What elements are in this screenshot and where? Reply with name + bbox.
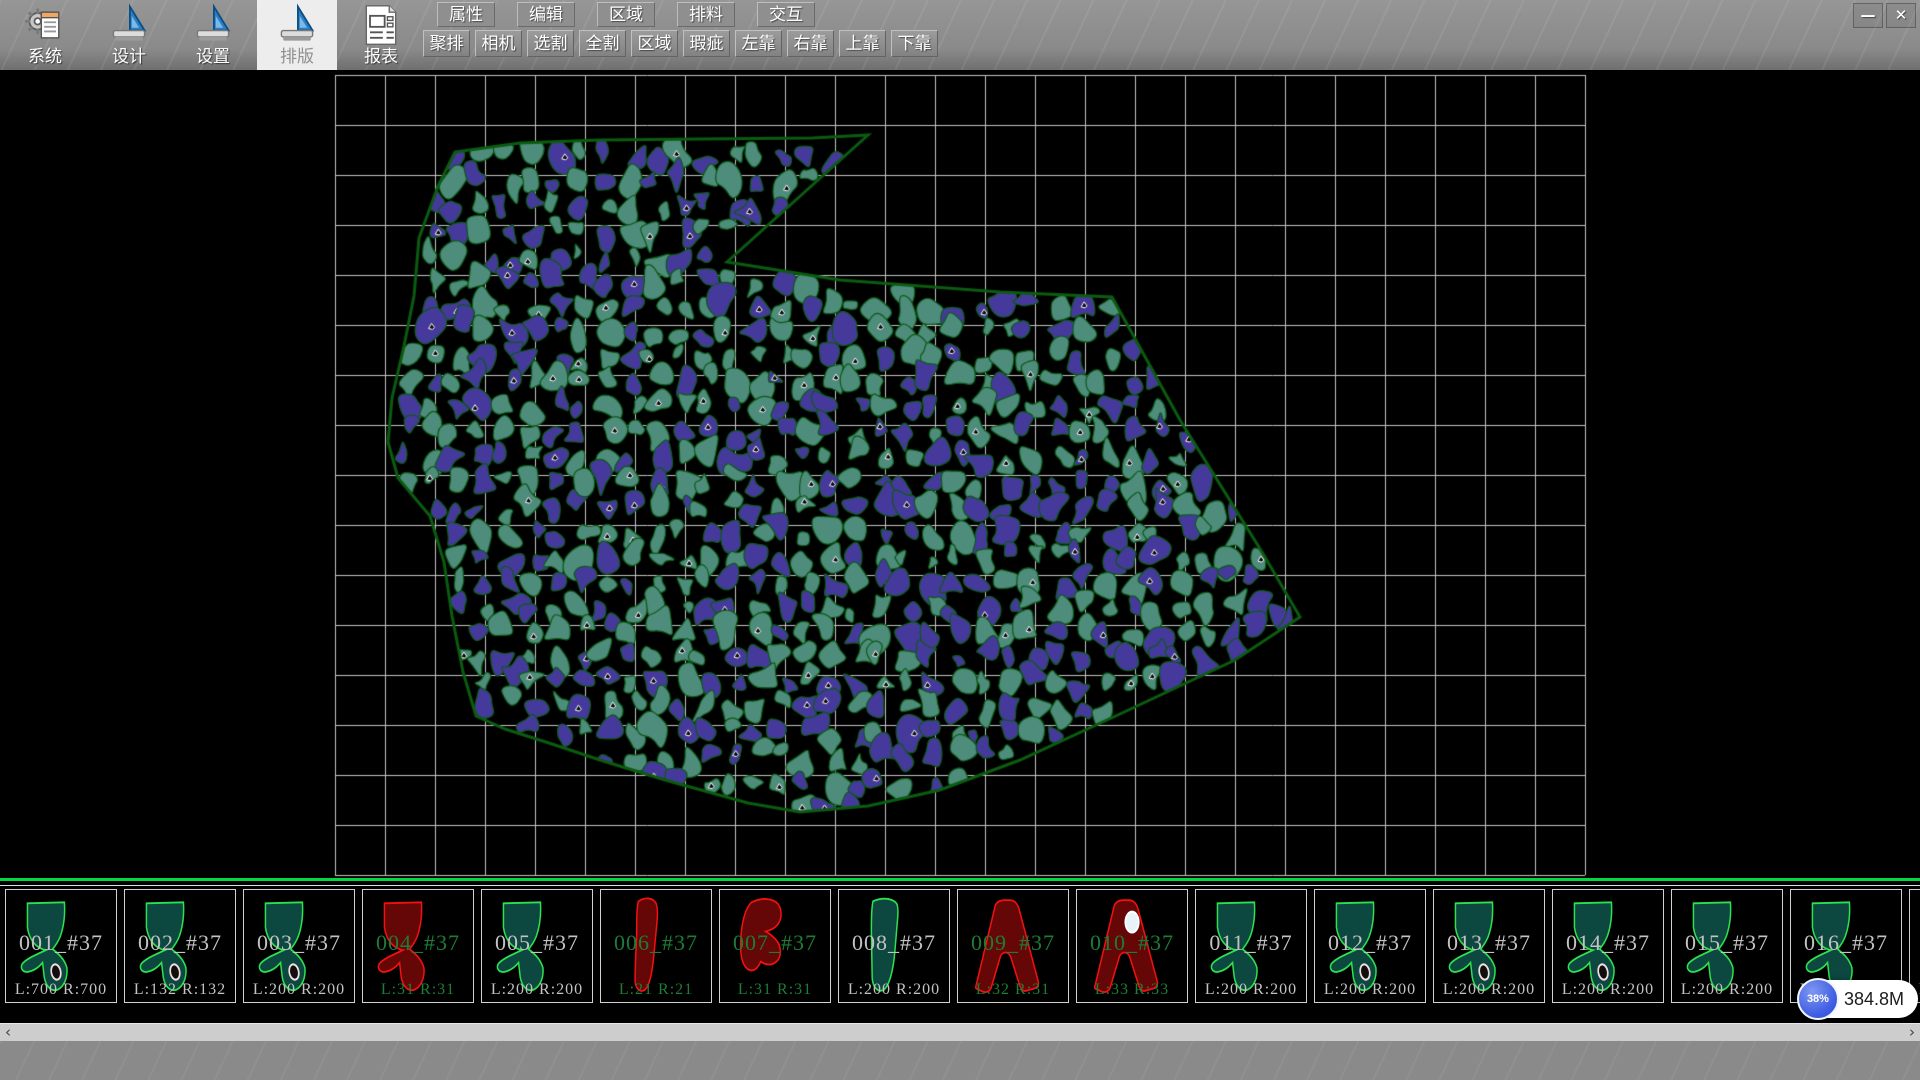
- scroll-left-arrow[interactable]: ‹: [0, 1024, 16, 1042]
- part-name: 002_#37: [125, 930, 235, 956]
- memory-value: 384.8M: [1844, 989, 1904, 1010]
- part-thumbnail[interactable]: 006_#37 L:21 R:21: [600, 889, 712, 1003]
- part-thumbnail[interactable]: 005_#37 L:200 R:200: [481, 889, 593, 1003]
- menu-item-2[interactable]: 区域: [597, 2, 655, 27]
- action-button-4[interactable]: 区域: [631, 30, 678, 57]
- part-thumbnail[interactable]: 001_#37 L:700 R:700: [5, 889, 117, 1003]
- part-name: 017_#37: [1910, 930, 1920, 956]
- app-label: 设置: [196, 47, 230, 67]
- app-label: 报表: [364, 47, 398, 67]
- action-button-3[interactable]: 全割: [579, 30, 626, 57]
- part-name: 003_#37: [244, 930, 354, 956]
- part-thumbnail[interactable]: 012_#37 L:200 R:200: [1314, 889, 1426, 1003]
- part-name: 004_#37: [363, 930, 473, 956]
- minimize-button[interactable]: —: [1853, 3, 1883, 28]
- menu-item-4[interactable]: 交互: [757, 2, 815, 27]
- part-thumbnail[interactable]: 003_#37 L:200 R:200: [243, 889, 355, 1003]
- close-button[interactable]: ✕: [1886, 3, 1916, 28]
- part-name: 015_#37: [1672, 930, 1782, 956]
- scroll-right-arrow[interactable]: ›: [1904, 1024, 1920, 1042]
- part-name: 008_#37: [839, 930, 949, 956]
- menu-item-3[interactable]: 排料: [677, 2, 735, 27]
- action-button-5[interactable]: 瑕疵: [683, 30, 730, 57]
- action-bar: 聚排相机选割全割区域瑕疵左靠右靠上靠下靠: [423, 30, 943, 57]
- app-launcher: 系统 设计 设置: [5, 0, 425, 70]
- app-label: 排版: [280, 47, 314, 67]
- part-lr-count: L:200 R:200: [1553, 981, 1663, 999]
- memory-status-badge: 38% 384.8M: [1798, 980, 1918, 1018]
- menu-item-0[interactable]: 属性: [437, 2, 495, 27]
- action-button-9[interactable]: 下靠: [891, 30, 938, 57]
- part-thumbnail[interactable]: 004_#37 L:31 R:31: [362, 889, 474, 1003]
- part-thumbnail[interactable]: 011_#37 L:200 R:200: [1195, 889, 1307, 1003]
- parts-strip: 001_#37 L:700 R:700 002_#37 L:132 R:132 …: [0, 878, 1920, 1023]
- part-lr-count: L:200 R:200: [482, 981, 592, 999]
- menu-bar: 属性编辑区域排料交互: [437, 2, 837, 27]
- window-controls: — ✕: [1853, 3, 1916, 28]
- part-lr-count: L:200 R:200: [1672, 981, 1782, 999]
- part-name: 005_#37: [482, 930, 592, 956]
- part-name: 016_#37: [1791, 930, 1901, 956]
- part-lr-count: L:200 R:200: [244, 981, 354, 999]
- part-thumbnail[interactable]: 002_#37 L:132 R:132: [124, 889, 236, 1003]
- part-lr-count: L:200 R:200: [1434, 981, 1544, 999]
- action-button-7[interactable]: 右靠: [787, 30, 834, 57]
- part-lr-count: L:21 R:21: [601, 981, 711, 999]
- part-name: 014_#37: [1553, 930, 1663, 956]
- app-window: 系统 设计 设置: [0, 0, 1920, 1080]
- part-lr-count: L:33 R:33: [1077, 981, 1187, 999]
- action-button-0[interactable]: 聚排: [423, 30, 470, 57]
- app-tab-design[interactable]: 设计: [89, 0, 169, 70]
- action-button-1[interactable]: 相机: [475, 30, 522, 57]
- action-button-6[interactable]: 左靠: [735, 30, 782, 57]
- part-name: 009_#37: [958, 930, 1068, 956]
- report-icon: [359, 3, 403, 47]
- part-name: 013_#37: [1434, 930, 1544, 956]
- part-lr-count: L:200 R:200: [1196, 981, 1306, 999]
- ruler-icon: [191, 3, 235, 47]
- part-name: 006_#37: [601, 930, 711, 956]
- part-lr-count: L:31 R:31: [363, 981, 473, 999]
- part-thumbnail[interactable]: 013_#37 L:200 R:200: [1433, 889, 1545, 1003]
- part-thumbnail[interactable]: 009_#37 L:32 R:31: [957, 889, 1069, 1003]
- app-label: 设计: [112, 47, 146, 67]
- app-tab-system[interactable]: 系统: [5, 0, 85, 70]
- app-tab-report[interactable]: 报表: [341, 0, 421, 70]
- app-tab-settings[interactable]: 设置: [173, 0, 253, 70]
- part-thumbnail[interactable]: 010_#37 L:33 R:33: [1076, 889, 1188, 1003]
- part-name: 001_#37: [6, 930, 116, 956]
- menu-item-1[interactable]: 编辑: [517, 2, 575, 27]
- ruler-icon: [107, 3, 151, 47]
- part-name: 010_#37: [1077, 930, 1187, 956]
- progress-circle: 38%: [1797, 978, 1839, 1020]
- part-thumbnail[interactable]: 008_#37 L:200 R:200: [838, 889, 950, 1003]
- part-thumbnail[interactable]: 007_#37 L:31 R:31: [719, 889, 831, 1003]
- part-thumbnail[interactable]: 014_#37 L:200 R:200: [1552, 889, 1664, 1003]
- toolbar: 系统 设计 设置: [0, 0, 1920, 70]
- part-lr-count: L:132 R:132: [125, 981, 235, 999]
- part-lr-count: L:200 R:200: [1315, 981, 1425, 999]
- gear-doc-icon: [23, 3, 67, 47]
- part-name: 007_#37: [720, 930, 830, 956]
- action-button-2[interactable]: 选割: [527, 30, 574, 57]
- part-name: 011_#37: [1196, 930, 1306, 956]
- parts-list: 001_#37 L:700 R:700 002_#37 L:132 R:132 …: [0, 885, 1920, 1003]
- ruler-icon: [275, 3, 319, 47]
- action-button-8[interactable]: 上靠: [839, 30, 886, 57]
- part-lr-count: L:31 R:31: [720, 981, 830, 999]
- part-lr-count: L:200 R:200: [839, 981, 949, 999]
- part-lr-count: L:32 R:31: [958, 981, 1068, 999]
- part-name: 012_#37: [1315, 930, 1425, 956]
- nesting-canvas[interactable]: [0, 70, 1920, 878]
- app-tab-nesting[interactable]: 排版: [257, 0, 337, 70]
- part-lr-count: L:700 R:700: [6, 981, 116, 999]
- bottom-bar: [0, 1041, 1920, 1080]
- part-thumbnail[interactable]: 015_#37 L:200 R:200: [1671, 889, 1783, 1003]
- app-label: 系统: [28, 47, 62, 67]
- horizontal-scrollbar[interactable]: ‹ ›: [0, 1023, 1920, 1041]
